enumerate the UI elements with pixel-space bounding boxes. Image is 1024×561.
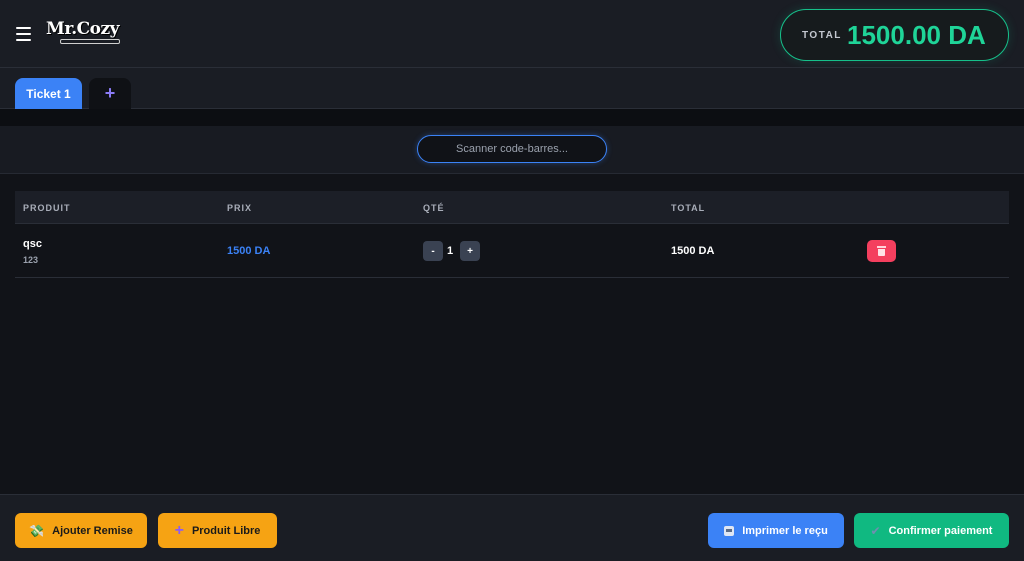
free-product-button[interactable]: + Produit Libre xyxy=(158,513,277,548)
barcode-scanner-input[interactable] xyxy=(417,135,607,163)
add-discount-label: Ajouter Remise xyxy=(52,524,133,537)
plus-icon: + xyxy=(174,521,184,539)
ticket-tabs: Ticket 1 + xyxy=(0,68,1024,109)
print-receipt-label: Imprimer le reçu xyxy=(742,524,828,537)
delete-item-button[interactable] xyxy=(867,240,896,262)
top-header: Mr.Cozy TOTAL 1500.00 DA xyxy=(0,0,1024,68)
line-total: 1500 DA xyxy=(671,245,715,257)
confirm-payment-label: Confirmer paiement xyxy=(888,524,993,537)
total-label: TOTAL xyxy=(802,30,842,41)
scanner-bar xyxy=(0,126,1024,174)
column-header-product: PRODUIT xyxy=(23,203,71,213)
brand-logo: Mr.Cozy xyxy=(46,20,126,46)
total-amount: 1500.00 DA xyxy=(847,20,986,50)
table-row: qsc 123 1500 DA - 1 + 1500 DA xyxy=(15,224,1009,278)
increase-quantity-button[interactable]: + xyxy=(460,241,480,261)
hamburger-menu-icon[interactable] xyxy=(16,27,31,41)
column-header-price: PRIX xyxy=(227,203,253,213)
trash-icon xyxy=(877,246,886,256)
confirm-payment-button[interactable]: ✔ Confirmer paiement xyxy=(854,513,1009,548)
product-price: 1500 DA xyxy=(227,245,271,257)
money-icon: 💸 xyxy=(29,523,45,538)
decrease-quantity-button[interactable]: - xyxy=(423,241,443,261)
quantity-value: 1 xyxy=(446,245,454,257)
column-header-total: TOTAL xyxy=(671,203,706,213)
product-name: qsc xyxy=(23,238,42,250)
logo-underline xyxy=(60,39,120,44)
action-footer: 💸 Ajouter Remise + Produit Libre Imprime… xyxy=(0,494,1024,561)
add-discount-button[interactable]: 💸 Ajouter Remise xyxy=(15,513,147,548)
divider-strip xyxy=(0,109,1024,126)
add-ticket-button[interactable]: + xyxy=(89,78,131,109)
tab-ticket-1[interactable]: Ticket 1 xyxy=(15,78,82,109)
free-product-label: Produit Libre xyxy=(191,524,261,537)
cart-table-header: PRODUIT PRIX QTÉ TOTAL xyxy=(15,191,1009,224)
total-display: TOTAL 1500.00 DA xyxy=(780,9,1009,61)
logo-text: Mr.Cozy xyxy=(46,19,120,39)
product-code: 123 xyxy=(23,255,39,265)
check-icon: ✔ xyxy=(870,523,881,538)
printer-icon xyxy=(724,525,735,536)
column-header-quantity: QTÉ xyxy=(423,203,445,213)
print-receipt-button[interactable]: Imprimer le reçu xyxy=(708,513,844,548)
